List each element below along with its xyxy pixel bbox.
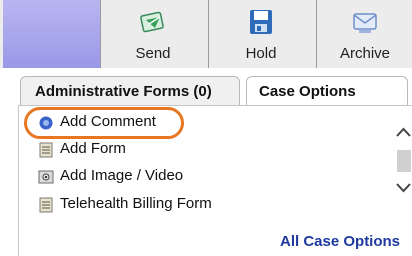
archive-label: Archive <box>339 45 391 62</box>
tab-case-options-label: Case Options <box>259 83 356 100</box>
send-icon <box>139 8 167 41</box>
scroll-down-arrow <box>396 183 411 193</box>
send-button[interactable]: Send <box>100 0 205 68</box>
highlight-ring <box>24 107 184 139</box>
option-telehealth-billing-form-label: Telehealth Billing Form <box>60 195 212 212</box>
tab-administrative-forms-label: Administrative Forms (0) <box>35 83 212 100</box>
form-icon <box>38 197 54 213</box>
scroll-thumb <box>397 150 411 172</box>
scrollbar[interactable] <box>395 120 412 210</box>
save-disk-icon <box>248 8 274 41</box>
option-add-image-video[interactable]: Add Image / Video <box>38 164 378 188</box>
archive-button[interactable]: Archive <box>316 0 412 68</box>
tabs-row: Administrative Forms (0) Case Options <box>0 68 412 106</box>
tab-case-options[interactable]: Case Options <box>246 76 408 106</box>
form-icon <box>38 142 54 158</box>
option-telehealth-billing-form[interactable]: Telehealth Billing Form <box>38 192 378 216</box>
archive-icon <box>350 8 380 41</box>
image-icon <box>38 169 54 185</box>
toolbar-accent <box>3 0 100 68</box>
hold-button[interactable]: Hold <box>208 0 313 68</box>
send-label: Send <box>135 45 171 62</box>
scroll-up-arrow <box>396 127 411 137</box>
tab-administrative-forms[interactable]: Administrative Forms (0) <box>20 76 240 106</box>
all-case-options-link[interactable]: All Case Options <box>280 233 400 250</box>
hold-label: Hold <box>245 45 277 62</box>
option-add-image-video-label: Add Image / Video <box>60 167 184 184</box>
option-add-form[interactable]: Add Form <box>38 137 378 161</box>
toolbar: Send Hold Archive <box>0 0 412 68</box>
option-add-form-label: Add Form <box>60 140 126 157</box>
